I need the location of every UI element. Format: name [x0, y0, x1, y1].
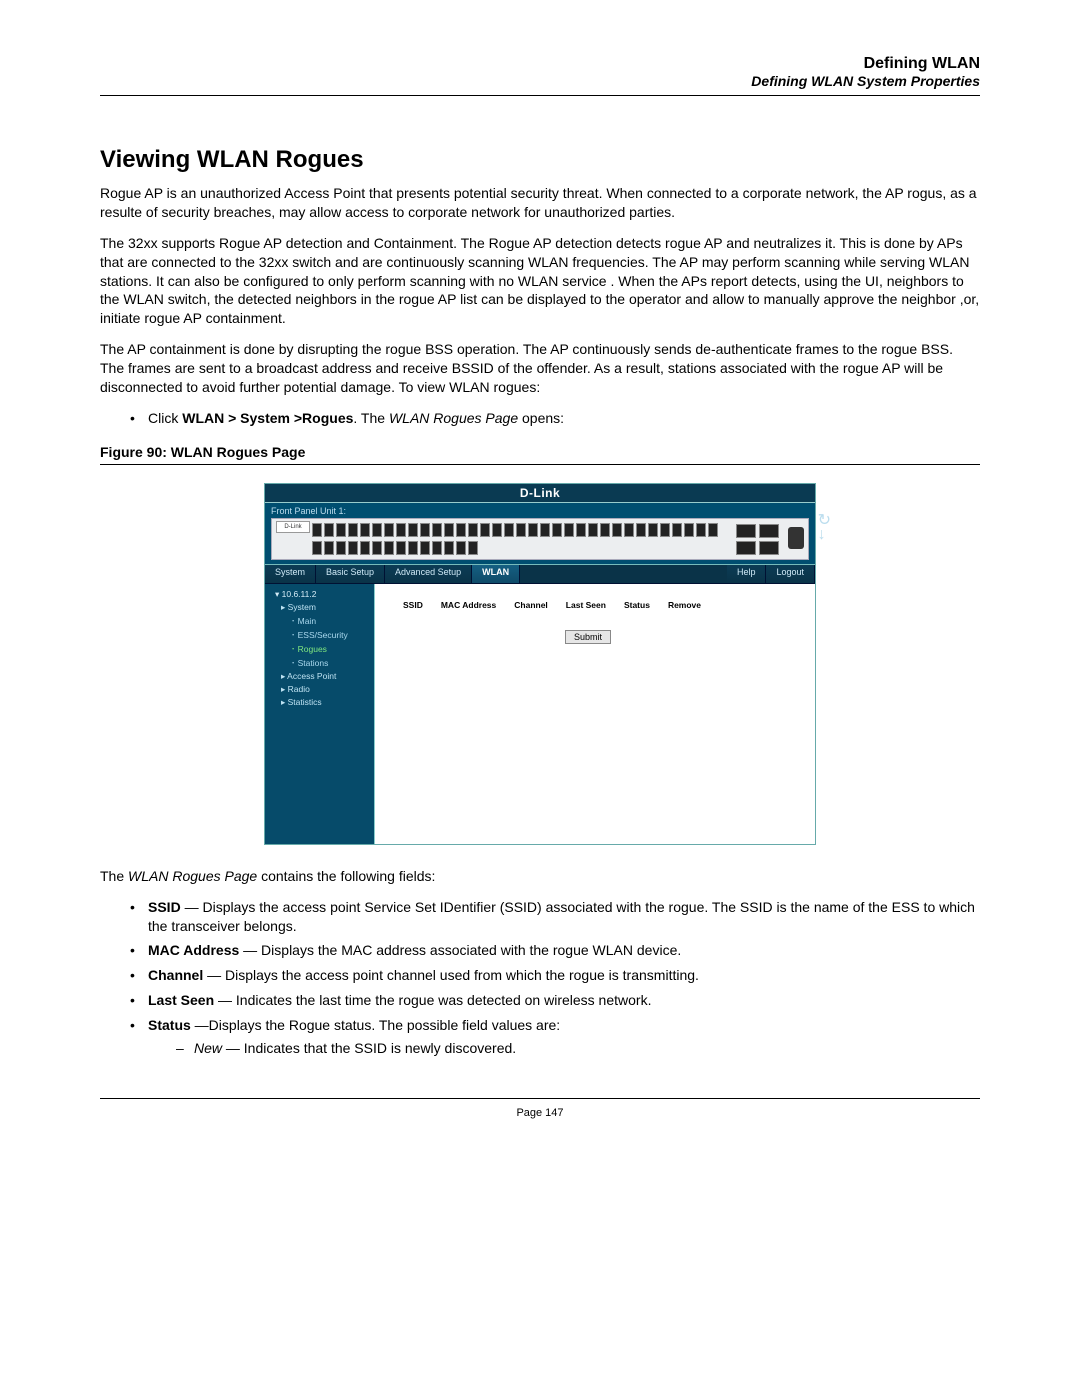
- col-remove: Remove: [668, 600, 701, 610]
- brand-bar: D-Link: [265, 484, 815, 503]
- field-mac: MAC Address — Displays the MAC address a…: [130, 941, 980, 960]
- field-channel: Channel — Displays the access point chan…: [130, 966, 980, 985]
- tree-main[interactable]: ･ Main: [269, 614, 370, 628]
- tree-stations[interactable]: ･ Stations: [269, 656, 370, 670]
- workspace: ▾ 10.6.11.2 ▸ System ･ Main ･ ESS/Securi…: [265, 584, 815, 844]
- field-ssid: SSID — Displays the access point Service…: [130, 898, 980, 936]
- header-rule: [100, 95, 980, 96]
- section-heading: Viewing WLAN Rogues: [100, 146, 980, 174]
- tree-statistics[interactable]: ▸ Statistics: [269, 696, 370, 709]
- nav-prefix: Click: [148, 410, 182, 426]
- nav-suffix: opens:: [518, 410, 564, 426]
- field-channel-desc: — Displays the access point channel used…: [203, 967, 699, 983]
- tab-logout[interactable]: Logout: [766, 565, 815, 583]
- paragraph-3: The AP containment is done by disrupting…: [100, 340, 980, 397]
- tree-root[interactable]: ▾ 10.6.11.2: [269, 588, 370, 601]
- paragraph-2: The 32xx supports Rogue AP detection and…: [100, 234, 980, 328]
- table-header-row: SSID MAC Address Channel Last Seen Statu…: [375, 584, 815, 616]
- field-status-new-label: New: [194, 1040, 222, 1056]
- device-graphic: D-Link: [271, 518, 809, 560]
- field-status-label: Status: [148, 1017, 191, 1033]
- field-channel-label: Channel: [148, 967, 203, 983]
- after-figure-intro: The WLAN Rogues Page contains the follow…: [100, 867, 980, 886]
- nav-tree: ▾ 10.6.11.2 ▸ System ･ Main ･ ESS/Securi…: [265, 584, 375, 844]
- page-number: Page 147: [100, 1107, 980, 1119]
- header-subtitle: Defining WLAN System Properties: [100, 73, 980, 89]
- col-last-seen: Last Seen: [566, 600, 606, 610]
- tab-basic-setup[interactable]: Basic Setup: [316, 565, 385, 583]
- field-ssid-label: SSID: [148, 899, 181, 915]
- nav-instruction: Click WLAN > System >Rogues. The WLAN Ro…: [130, 409, 980, 428]
- field-mac-label: MAC Address: [148, 942, 239, 958]
- dlink-ui: D-Link Front Panel Unit 1: D-Link ↻↓ Sys…: [264, 483, 816, 845]
- field-status-new: New — Indicates that the SSID is newly d…: [176, 1039, 980, 1058]
- field-status-new-desc: — Indicates that the SSID is newly disco…: [222, 1040, 516, 1056]
- col-ssid: SSID: [403, 600, 423, 610]
- device-uplinks: [736, 524, 782, 554]
- device-aux-port: [788, 527, 804, 549]
- field-last-seen: Last Seen — Indicates the last time the …: [130, 991, 980, 1010]
- col-status: Status: [624, 600, 650, 610]
- tree-radio[interactable]: ▸ Radio: [269, 683, 370, 696]
- content-pane: SSID MAC Address Channel Last Seen Statu…: [375, 584, 815, 844]
- tab-wlan[interactable]: WLAN: [472, 565, 520, 583]
- front-panel-label: Front Panel Unit 1:: [265, 503, 815, 518]
- figure-caption: Figure 90: WLAN Rogues Page: [100, 444, 980, 460]
- figure-rule: [100, 464, 980, 465]
- field-last-seen-desc: — Indicates the last time the rogue was …: [214, 992, 651, 1008]
- device-logo: D-Link: [276, 521, 310, 533]
- tab-help[interactable]: Help: [727, 565, 767, 583]
- nav-page-name: WLAN Rogues Page: [389, 410, 518, 426]
- tree-access-point[interactable]: ▸ Access Point: [269, 670, 370, 683]
- field-ssid-desc: — Displays the access point Service Set …: [148, 899, 975, 934]
- scroll-arrows-icon: ↻↓: [818, 514, 831, 542]
- col-channel: Channel: [514, 600, 548, 610]
- tab-advanced-setup[interactable]: Advanced Setup: [385, 565, 472, 583]
- main-tabs: System Basic Setup Advanced Setup WLAN H…: [265, 564, 815, 584]
- submit-button[interactable]: Submit: [565, 630, 611, 644]
- nav-middle: . The: [353, 410, 389, 426]
- device-ports: [312, 523, 728, 555]
- tree-rogues[interactable]: ･ Rogues: [269, 642, 370, 656]
- footer-rule: [100, 1098, 980, 1099]
- paragraph-1: Rogue AP is an unauthorized Access Point…: [100, 184, 980, 222]
- nav-path: WLAN > System >Rogues: [182, 410, 353, 426]
- page-header: Defining WLAN Defining WLAN System Prope…: [100, 55, 980, 89]
- tab-system[interactable]: System: [265, 565, 316, 583]
- field-status: Status —Displays the Rogue status. The p…: [130, 1016, 980, 1058]
- col-mac: MAC Address: [441, 600, 496, 610]
- tree-ess-security[interactable]: ･ ESS/Security: [269, 628, 370, 642]
- tree-system[interactable]: ▸ System: [269, 601, 370, 614]
- field-status-desc: —Displays the Rogue status. The possible…: [191, 1017, 560, 1033]
- field-mac-desc: — Displays the MAC address associated wi…: [239, 942, 681, 958]
- figure-screenshot: D-Link Front Panel Unit 1: D-Link ↻↓ Sys…: [100, 483, 980, 845]
- field-last-seen-label: Last Seen: [148, 992, 214, 1008]
- header-title: Defining WLAN: [100, 55, 980, 73]
